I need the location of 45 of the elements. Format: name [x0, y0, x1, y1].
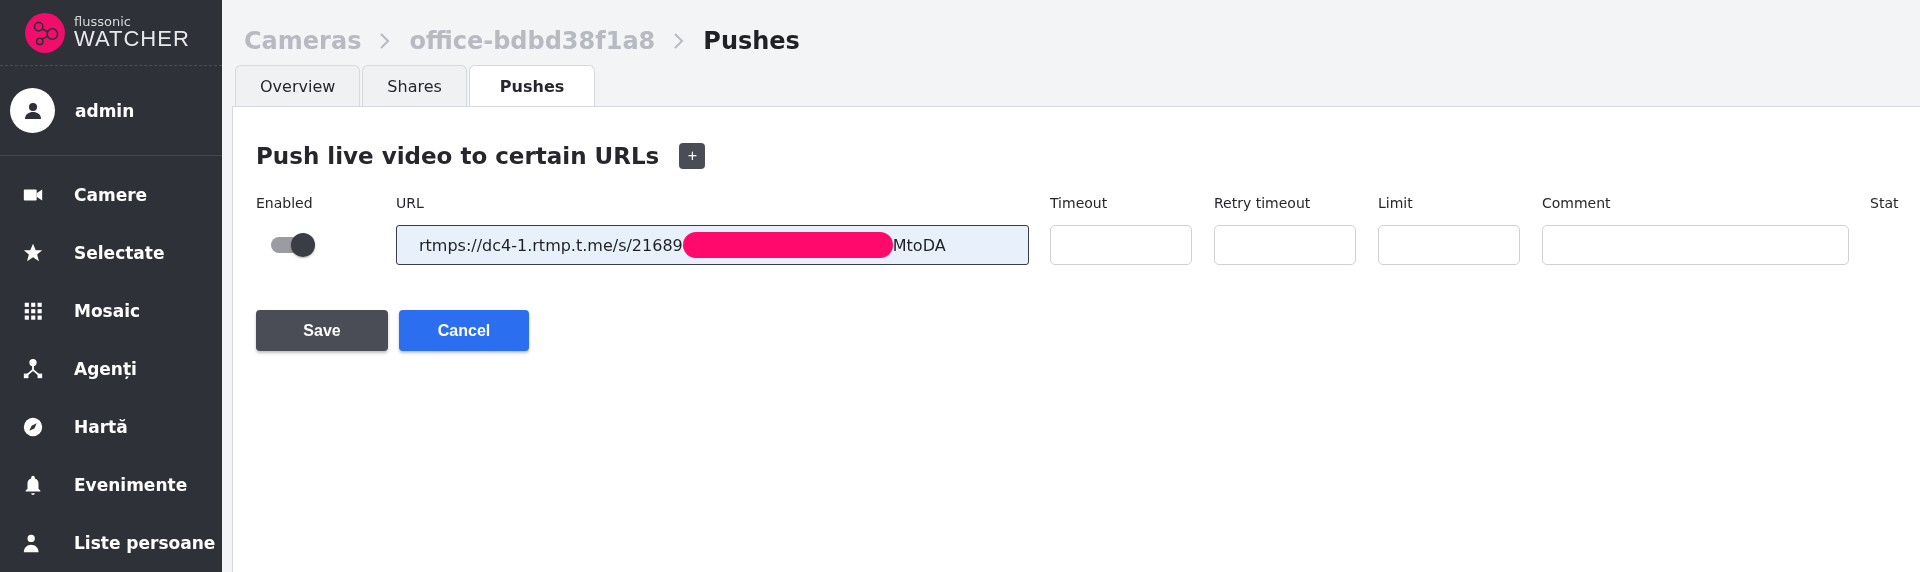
nav-label: Mosaic [74, 301, 141, 321]
nav-item[interactable]: Agenți [0, 340, 222, 398]
column-label: Stat [1870, 195, 1899, 211]
nav-item[interactable]: Hartă [0, 398, 222, 456]
nav-label: Evenimente [74, 475, 188, 495]
nodes-icon [22, 358, 44, 380]
tab[interactable]: Overview [235, 65, 361, 106]
chevron-icon [379, 32, 392, 50]
column-label: Retry timeout [1214, 195, 1311, 211]
column-label: Comment [1542, 195, 1611, 211]
nav-item[interactable]: Camere [0, 166, 222, 224]
input-field[interactable] [1378, 225, 1520, 265]
chevron-icon [673, 32, 686, 50]
star-icon [22, 242, 44, 264]
input-field[interactable] [1214, 225, 1356, 265]
column-label: URL [396, 195, 424, 211]
url-field[interactable]: rtmps://dc4-1.rtmp.t.me/s/21689 MtoDA [396, 225, 1029, 265]
logo-text: flussonic [74, 15, 132, 29]
nav-label: Camere [74, 185, 148, 205]
nav-label: Liste persoane [74, 533, 216, 553]
cancel-button[interactable]: Cancel [399, 310, 529, 351]
tab[interactable]: Pushes [468, 65, 596, 106]
user-icon [22, 100, 43, 121]
compass-icon [22, 416, 44, 438]
logo-title: WATCHER [74, 28, 190, 51]
save-button[interactable]: Save [256, 310, 388, 351]
logo-icon [24, 11, 66, 54]
nav-item[interactable]: Evenimente [0, 456, 222, 514]
grid-icon [22, 300, 44, 322]
add-button[interactable]: + [679, 143, 706, 169]
user-name: admin [75, 100, 135, 121]
nav-item[interactable]: Liste persoane [0, 514, 222, 572]
column-label: Enabled [256, 195, 313, 211]
column-label: Timeout [1050, 195, 1108, 211]
input-field[interactable] [1542, 225, 1849, 265]
nav-item[interactable]: Selectate [0, 224, 222, 282]
nav-label: Hartă [74, 417, 128, 437]
nav-item[interactable]: Mosaic [0, 282, 222, 340]
section-title: Push live video to certain URLs [256, 143, 660, 169]
input-field[interactable] [1050, 225, 1192, 265]
page-title: Pushes [703, 27, 800, 55]
column-label: Limit [1378, 195, 1413, 211]
nav-label: Selectate [74, 243, 165, 263]
nav-label: Agenți [74, 359, 137, 379]
tab[interactable]: Shares [362, 65, 467, 106]
